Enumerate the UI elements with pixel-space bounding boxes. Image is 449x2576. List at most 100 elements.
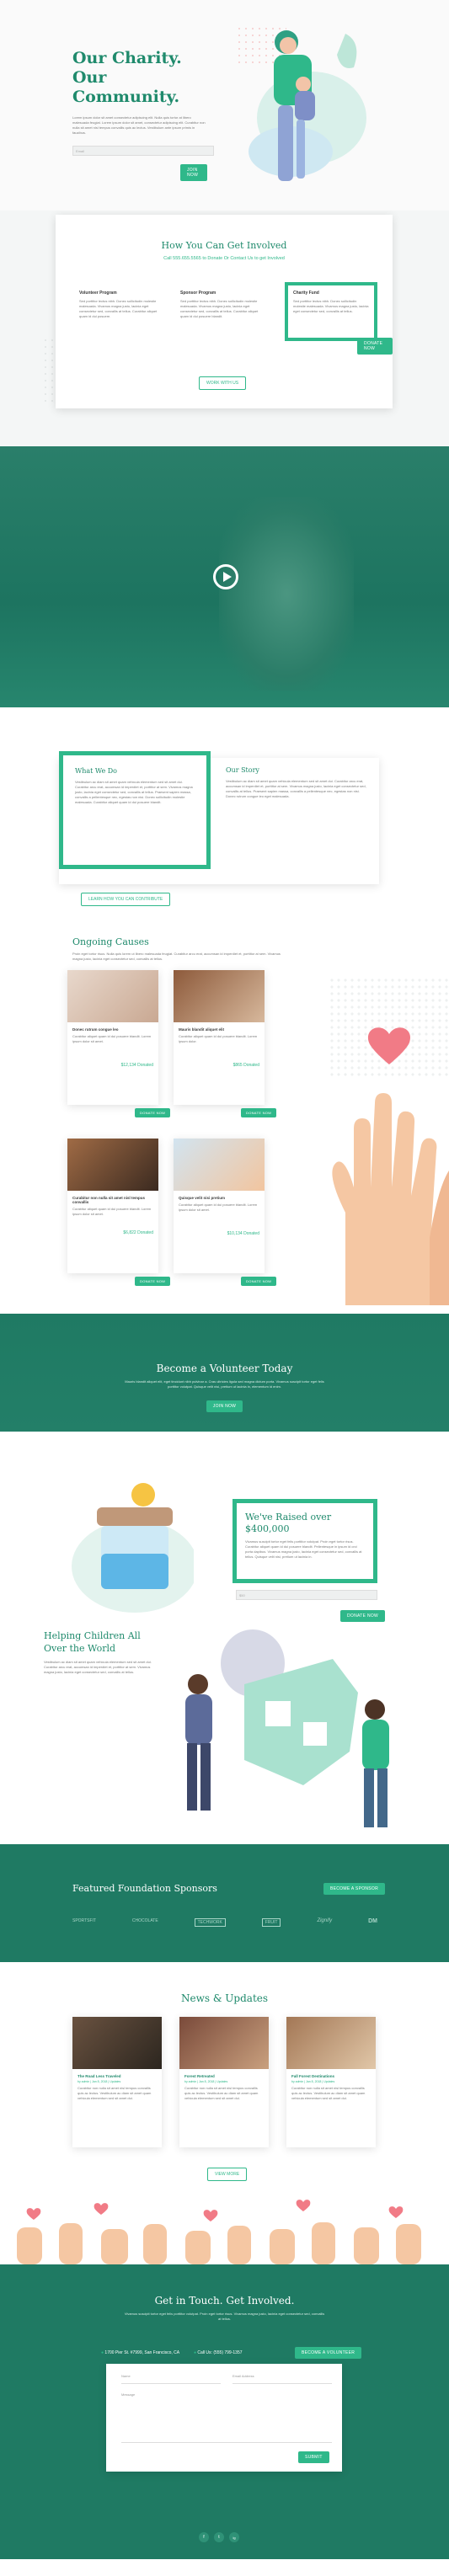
- causes-section: Ongoing Causes Proin eget tortor risus. …: [0, 918, 449, 1314]
- hero-section: Our Charity. Our Community. Lorem ipsum …: [0, 0, 449, 211]
- about-section: What We Do Vestibulum ac diam sit amet q…: [0, 707, 449, 918]
- phone-icon: ●: [194, 2350, 197, 2355]
- cause-text: Curabitur aliquet quam id dui posuere bl…: [72, 1207, 152, 1216]
- charity-fund: Charity Fund Sed porttitor lectus nibh. …: [285, 282, 377, 341]
- sponsor-logos: SPORTSFIT CHOCOLATE TECHWORK FRUIT Zigni…: [72, 1918, 377, 1927]
- donate-now-button[interactable]: DONATE NOW: [135, 1108, 171, 1117]
- volunteer-program: Volunteer Program Sed porttitor lectus n…: [79, 291, 163, 319]
- cause-card: Mauris blandit aliquet elit Curabitur al…: [174, 970, 265, 1105]
- cause-image: [67, 970, 158, 1022]
- cause-amount: $865 Donated: [233, 1063, 259, 1068]
- sponsors-title: Featured Foundation Sponsors: [72, 1883, 217, 1894]
- submit-button[interactable]: SUBMIT: [298, 2451, 329, 2463]
- sponsor-logo: Zignify: [317, 1918, 333, 1923]
- address-text: 1700 Pier St. #7999, San Francisco, CA: [104, 2350, 180, 2355]
- instagram-icon[interactable]: ig: [229, 2532, 239, 2542]
- raised-title: We've Raised over $400,000: [245, 1512, 332, 1534]
- cause-amount: $6,822 Donated: [123, 1230, 153, 1235]
- hero-email-input[interactable]: Email: [72, 146, 214, 156]
- news-item-text: Curabitur non nulla sit amet nisl tempus…: [78, 2086, 152, 2100]
- sponsor-logo: TECHWORK: [194, 1918, 226, 1927]
- video-section: [0, 446, 449, 707]
- cause-title: Mauris blandit aliquet elit: [179, 1027, 225, 1032]
- cause-amount: $12,134 Donated: [120, 1063, 153, 1068]
- involved-section: How You Can Get Involved Call 555.655.55…: [0, 211, 449, 446]
- work-with-us-button[interactable]: WORK WITH US: [199, 376, 247, 390]
- twitter-icon[interactable]: t: [214, 2532, 224, 2542]
- contact-text: Vivamus suscipit tortor eget felis portt…: [124, 2312, 325, 2321]
- cause-image: [174, 970, 265, 1022]
- contact-address: ● 1700 Pier St. #7999, San Francisco, CA: [101, 2350, 179, 2355]
- cause-text: Curabitur aliquet quam id dui posuere bl…: [179, 1034, 258, 1043]
- cause-image: [174, 1139, 265, 1191]
- hero-title: Our Charity. Our Community.: [72, 49, 182, 106]
- cause-text: Curabitur aliquet quam id dui posuere bl…: [72, 1034, 152, 1043]
- email-input[interactable]: Email Address: [233, 2374, 332, 2384]
- volunteer-section: Become a Volunteer Today Mauris blandit …: [0, 1314, 449, 1432]
- facebook-icon[interactable]: f: [199, 2532, 209, 2542]
- cause-card: Donec rutrum congue leo Curabitur alique…: [67, 970, 158, 1105]
- news-card[interactable]: Fall Forest Destinations by admin | Jan …: [286, 2017, 376, 2147]
- view-more-button[interactable]: VIEW MORE: [207, 2168, 248, 2181]
- contribute-button[interactable]: LEARN HOW YOU CAN CONTRIBUTE: [81, 893, 171, 906]
- hero-body: Lorem ipsum dolor sit amet consectetur a…: [72, 115, 206, 135]
- news-title: News & Updates: [180, 1992, 269, 2004]
- cause-card: Curabitur non nulla sit amet nisl tempus…: [67, 1139, 158, 1273]
- involved-title: How You Can Get Involved: [161, 240, 287, 251]
- news-item-meta: by admin | Jan 8, 2018 | Updates: [78, 2080, 121, 2083]
- raised-text: Vivamus suscipit tortor eget felis portt…: [245, 1539, 362, 1559]
- what-we-do-text: Vestibulum ac diam sit amet quam vehicul…: [75, 780, 193, 804]
- donate-now-button[interactable]: DONATE NOW: [241, 1108, 277, 1117]
- donate-now-button[interactable]: DONATE NOW: [241, 1277, 277, 1286]
- news-section: News & Updates The Road Less Traveled by…: [0, 1962, 449, 2194]
- col-text: Sed porttitor lectus nibh. Donec sollici…: [79, 299, 158, 318]
- cause-amount: $10,134 Donated: [227, 1231, 259, 1236]
- phone-text: Call Us: (555) 799-1357: [197, 2350, 243, 2355]
- cause-title: Quisque velit nisi pretium: [179, 1196, 226, 1200]
- news-item-title[interactable]: The Road Less Traveled: [78, 2074, 157, 2078]
- name-input[interactable]: Name: [121, 2374, 221, 2384]
- news-card[interactable]: Forest Retreated by admin | Jan 8, 2018 …: [179, 2017, 269, 2147]
- heart-hand-illustration: [332, 1027, 449, 1305]
- news-item-title[interactable]: Fall Forest Destinations: [291, 2074, 371, 2078]
- what-we-do-box: What We Do Vestibulum ac diam sit amet q…: [59, 751, 211, 869]
- our-story-title: Our Story: [226, 766, 259, 774]
- video-background: [219, 497, 354, 691]
- involved-card: How You Can Get Involved Call 555.655.55…: [56, 215, 393, 408]
- cause-card: Quisque velit nisi pretium Curabitur ali…: [174, 1139, 265, 1273]
- news-card[interactable]: The Road Less Traveled by admin | Jan 8,…: [72, 2017, 162, 2147]
- sponsor-logo: FRUIT: [261, 1918, 281, 1927]
- become-volunteer-button[interactable]: BECOME A VOLUNTEER: [295, 2347, 362, 2359]
- hands-band: [0, 2194, 449, 2264]
- contact-section: Get in Touch. Get Involved. Vivamus susc…: [0, 2264, 449, 2559]
- sponsor-program: Sponsor Program Sed porttitor lectus nib…: [180, 291, 265, 319]
- volunteer-title: Become a Volunteer Today: [156, 1363, 293, 1374]
- news-item-title[interactable]: Forest Retreated: [184, 2074, 264, 2078]
- contact-title: Get in Touch. Get Involved.: [154, 2295, 295, 2307]
- volunteer-text: Mauris blandit aliquet elit, eget tincid…: [125, 1379, 324, 1389]
- news-image: [72, 2017, 162, 2069]
- involved-subtitle: Call 555.655.5565 to Donate Or Contact U…: [163, 256, 285, 261]
- contact-phone: ● Call Us: (555) 799-1357: [194, 2350, 243, 2355]
- col-title: Charity Fund: [293, 291, 319, 296]
- causes-title: Ongoing Causes: [72, 936, 149, 947]
- our-story-box: Our Story Vestibulum ac diam sit amet qu…: [226, 766, 369, 799]
- message-textarea[interactable]: Message: [121, 2392, 332, 2443]
- location-icon: ●: [101, 2350, 104, 2355]
- col-text: Sed porttitor lectus nibh. Donec sollici…: [180, 299, 259, 318]
- donate-now-button[interactable]: DONATE NOW: [357, 338, 393, 355]
- donate-now-button[interactable]: DONATE NOW: [135, 1277, 171, 1286]
- news-image: [179, 2017, 269, 2069]
- col-text: Sed porttitor lectus nibh. Donec sollici…: [293, 299, 369, 313]
- become-sponsor-button[interactable]: BECOME A SPONSOR: [323, 1883, 386, 1895]
- col-title: Volunteer Program: [79, 291, 117, 296]
- about-card: What We Do Vestibulum ac diam sit amet q…: [59, 751, 379, 884]
- play-button[interactable]: [213, 564, 238, 589]
- volunteer-join-button[interactable]: JOIN NOW: [206, 1400, 243, 1412]
- news-item-meta: by admin | Jan 8, 2018 | Updates: [184, 2080, 228, 2083]
- sponsor-logo: CHOCOLATE: [131, 1918, 158, 1923]
- donation-amount-input[interactable]: $50: [236, 1590, 377, 1600]
- hero-join-button[interactable]: JOIN NOW: [180, 164, 207, 181]
- social-links: f t ig: [199, 2532, 239, 2542]
- cause-title: Donec rutrum congue leo: [72, 1027, 119, 1032]
